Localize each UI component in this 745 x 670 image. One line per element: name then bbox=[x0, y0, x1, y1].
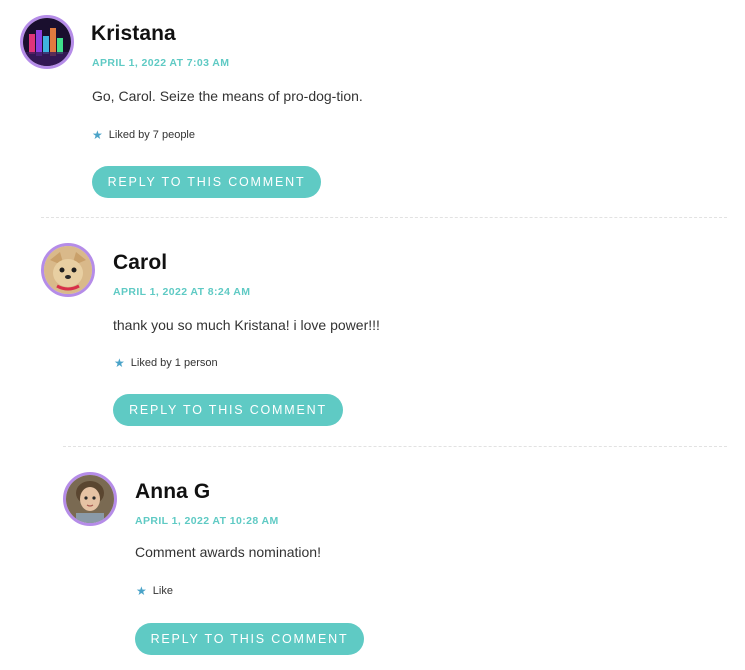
reply-button[interactable]: REPLY TO THIS COMMENT bbox=[92, 166, 321, 198]
comment-text: thank you so much Kristana! i love power… bbox=[113, 317, 380, 333]
star-icon: ★ bbox=[136, 584, 147, 598]
avatar-kristana[interactable] bbox=[20, 15, 74, 69]
comment-date[interactable]: APRIL 1, 2022 AT 7:03 AM bbox=[92, 57, 229, 69]
reply-button[interactable]: REPLY TO THIS COMMENT bbox=[135, 623, 364, 655]
avatar-carol-image bbox=[44, 246, 92, 294]
likes-row[interactable]: ★ Liked by 1 person bbox=[114, 357, 218, 369]
likes-count: Liked by 1 person bbox=[130, 357, 218, 369]
likes-row[interactable]: ★ Liked by 7 people bbox=[92, 129, 195, 141]
comment-text: Comment awards nomination! bbox=[135, 544, 321, 560]
comment-author[interactable]: Carol bbox=[113, 251, 167, 275]
star-icon: ★ bbox=[92, 128, 103, 142]
likes-count: Liked by 7 people bbox=[108, 129, 195, 141]
comment-kristana: Kristana APRIL 1, 2022 AT 7:03 AM Go, Ca… bbox=[0, 0, 745, 218]
star-icon: ★ bbox=[114, 356, 125, 370]
avatar-kristana-image bbox=[23, 18, 71, 66]
comment-text: Go, Carol. Seize the means of pro-dog-ti… bbox=[92, 88, 363, 104]
comment-carol: Carol APRIL 1, 2022 AT 8:24 AM thank you… bbox=[0, 218, 745, 446]
comment-author[interactable]: Anna G bbox=[135, 480, 210, 504]
comment-date[interactable]: APRIL 1, 2022 AT 10:28 AM bbox=[135, 515, 279, 527]
like-button[interactable]: ★ Like bbox=[136, 585, 173, 597]
comment-date[interactable]: APRIL 1, 2022 AT 8:24 AM bbox=[113, 286, 250, 298]
like-label: Like bbox=[152, 585, 173, 597]
avatar-carol[interactable] bbox=[41, 243, 95, 297]
comment-author[interactable]: Kristana bbox=[91, 22, 176, 46]
reply-button[interactable]: REPLY TO THIS COMMENT bbox=[113, 394, 343, 426]
comment-anna-g: Anna G APRIL 1, 2022 AT 10:28 AM Comment… bbox=[0, 447, 745, 670]
avatar-anna-g[interactable] bbox=[63, 472, 117, 526]
avatar-anna-g-image bbox=[66, 475, 114, 523]
